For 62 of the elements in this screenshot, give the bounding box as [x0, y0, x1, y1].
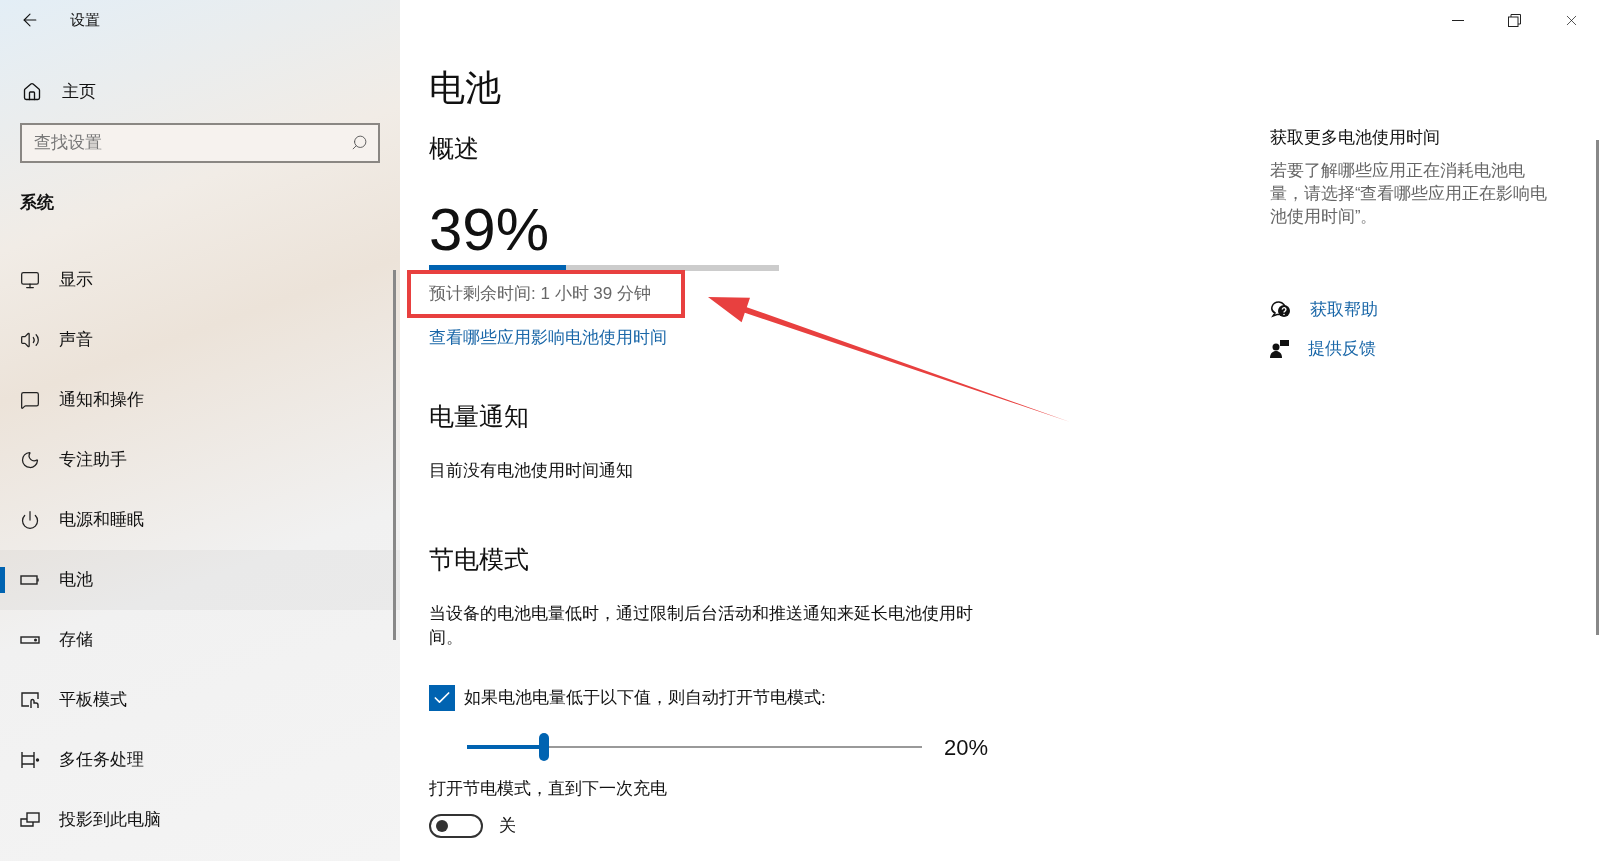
nav-item[interactable]: 通知和操作: [0, 370, 400, 430]
slider-thumb[interactable]: [539, 733, 550, 761]
page-title: 电池: [429, 66, 501, 110]
nav-label: 专注助手: [59, 449, 127, 472]
aside-link[interactable]: 提供反馈: [1270, 336, 1378, 362]
restore-icon: [1508, 13, 1521, 27]
nav-label: 电池: [59, 569, 93, 592]
checkbox[interactable]: [429, 685, 455, 711]
battery-usage-link[interactable]: 查看哪些应用影响电池使用时间: [429, 326, 667, 350]
tablet-touch-icon: [20, 690, 40, 710]
saver-toggle-label: 打开节电模式，直到下一次充电: [429, 778, 667, 800]
search-icon: [351, 134, 368, 151]
nav-item[interactable]: 显示: [0, 250, 400, 310]
nav-item[interactable]: 多任务处理: [0, 730, 400, 790]
battery-percent: 39%: [429, 198, 550, 262]
nav-label: 存储: [59, 629, 93, 652]
threshold-slider[interactable]: [467, 732, 922, 762]
remaining-time-text: 预计剩余时间: 1 小时 39 分钟: [429, 283, 651, 305]
nav-label: 显示: [59, 269, 93, 292]
projection-icon: [20, 810, 40, 830]
nav-label: 投影到此电脑: [59, 809, 161, 832]
person-feedback-icon: [1270, 339, 1290, 359]
section-heading: 节电模式: [429, 544, 529, 575]
aside-text: 若要了解哪些应用正在消耗电池电量，请选择“查看哪些应用正在影响电池使用时间”。: [1270, 160, 1549, 227]
monitor-icon: [20, 270, 40, 290]
section-heading: 电量通知: [429, 401, 529, 432]
home-nav-item[interactable]: 主页: [0, 74, 400, 110]
threshold-value: 20%: [944, 733, 989, 762]
aside-heading: 获取更多电池使用时间: [1270, 127, 1440, 149]
speech-bubble-icon: [20, 390, 40, 410]
home-icon: [22, 82, 42, 102]
moon-icon: [20, 450, 40, 470]
section-heading: 概述: [429, 133, 479, 164]
nav-item[interactable]: 声音: [0, 310, 400, 370]
nav-item[interactable]: 投影到此电脑: [0, 790, 400, 850]
toggle-switch[interactable]: [429, 813, 483, 838]
nav-label: 电源和睡眠: [59, 509, 144, 532]
search-field[interactable]: 查找设置: [20, 123, 380, 163]
help-chat-icon: [1270, 300, 1292, 320]
nav-label: 声音: [59, 329, 93, 352]
nav-label: 平板模式: [59, 689, 127, 712]
battery-saver-description: 当设备的电池电量低时，通过限制后台活动和推送通知来延长电池使用时间。: [429, 603, 974, 649]
nav-item[interactable]: 电源和睡眠: [0, 490, 400, 550]
page-scrollbar[interactable]: [1596, 140, 1599, 635]
nav-item[interactable]: 平板模式: [0, 670, 400, 730]
aside-link[interactable]: 获取帮助: [1270, 297, 1378, 323]
minimize-icon: [1451, 19, 1464, 21]
speaker-icon: [20, 330, 40, 350]
notification-status-text: 目前没有电池使用时间通知: [429, 460, 633, 482]
nav-label: 多任务处理: [59, 749, 144, 772]
nav-label: 通知和操作: [59, 389, 144, 412]
nav-item[interactable]: 存储: [0, 610, 400, 670]
multitask-icon: [20, 750, 40, 770]
sidebar-scrollbar[interactable]: [393, 270, 396, 640]
power-icon: [20, 510, 40, 530]
section-heading: 系统: [20, 192, 55, 214]
window-title: 设置: [70, 9, 100, 30]
toggle-state-text: 关: [499, 815, 516, 837]
nav-item[interactable]: 电池: [0, 550, 400, 610]
selection-indicator: [0, 567, 5, 593]
nav-item[interactable]: 专注助手: [0, 430, 400, 490]
auto-saver-checkbox[interactable]: 如果电池电量低于以下值，则自动打开节电模式:: [429, 685, 826, 711]
